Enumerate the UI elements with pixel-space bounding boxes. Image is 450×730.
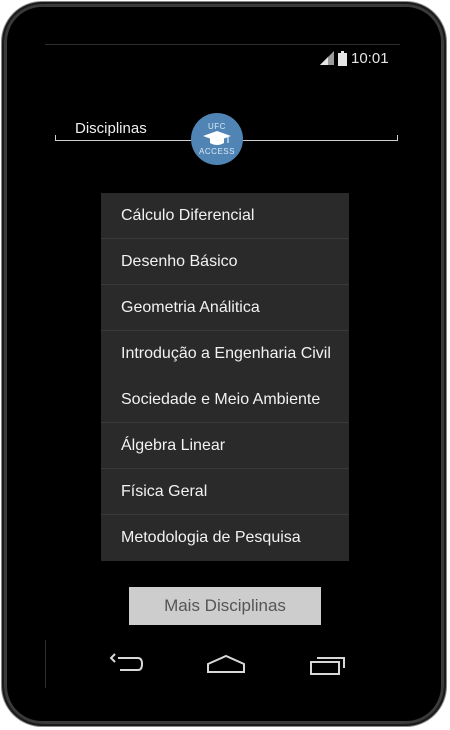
list-item-geometria[interactable]: Geometria Análitica <box>101 285 349 331</box>
app-logo: UFC ACCESS <box>191 113 243 165</box>
recents-icon[interactable] <box>308 650 348 678</box>
page-title: Disciplinas <box>75 120 147 137</box>
status-time: 10:01 <box>351 49 389 67</box>
list-item-introducao[interactable]: Introdução a Engenharia Civil <box>101 331 349 377</box>
signal-icon <box>320 51 334 65</box>
disciplines-list: Cálculo Diferencial Desenho Básico Geome… <box>101 193 349 561</box>
home-icon[interactable] <box>206 650 246 678</box>
list-item-algebra[interactable]: Álgebra Linear <box>101 423 349 469</box>
top-divider <box>45 44 400 45</box>
list-item-fisica[interactable]: Física Geral <box>101 469 349 515</box>
more-disciplines-button[interactable]: Mais Disciplinas <box>129 587 321 625</box>
back-icon[interactable] <box>108 650 144 678</box>
list-item-desenho[interactable]: Desenho Básico <box>101 239 349 285</box>
logo-text-bottom: ACCESS <box>199 147 235 156</box>
status-bar: 10:01 <box>320 48 389 68</box>
list-item-calculo[interactable]: Cálculo Diferencial <box>101 193 349 239</box>
graduation-cap-icon <box>203 131 231 145</box>
navigation-bar <box>0 640 450 690</box>
list-item-sociedade[interactable]: Sociedade e Meio Ambiente <box>101 377 349 423</box>
list-item-metodologia[interactable]: Metodologia de Pesquisa <box>101 515 349 561</box>
battery-icon <box>338 50 347 66</box>
logo-text-top: UFC <box>208 122 226 131</box>
